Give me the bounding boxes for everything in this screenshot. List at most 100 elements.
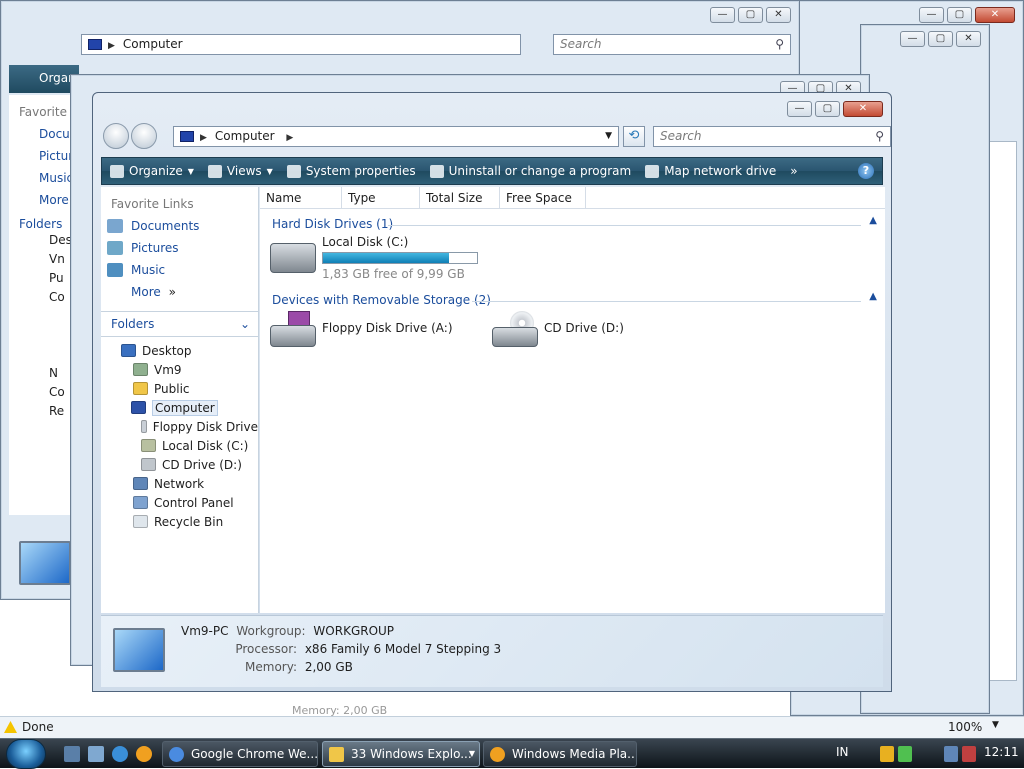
taskbar-button-chrome[interactable]: Google Chrome We... — [162, 741, 318, 767]
close-button[interactable]: ✕ — [975, 7, 1015, 23]
maximize-button[interactable]: ▢ — [815, 101, 840, 117]
maximize-button[interactable]: ▢ — [928, 31, 953, 47]
background-address-bar[interactable]: ▶ Computer — [81, 34, 521, 55]
tree-item-network[interactable]: Network — [101, 474, 258, 493]
tree-item-floppy[interactable]: Floppy Disk Drive — [101, 417, 258, 436]
clock[interactable]: 12:11 — [984, 745, 1019, 759]
desktop-icon — [121, 344, 136, 357]
tree-item-control-panel[interactable]: Control Panel — [101, 493, 258, 512]
network-drive-icon — [645, 164, 660, 178]
close-button[interactable]: ✕ — [843, 101, 883, 117]
column-header-type[interactable]: Type — [342, 187, 420, 208]
minimize-button[interactable]: — — [900, 31, 925, 47]
tree-item-desktop[interactable]: Desktop — [101, 341, 258, 360]
network-status-icon[interactable] — [944, 746, 958, 762]
floppy-icon — [141, 420, 147, 433]
details-pane: Vm9-PC Workgroup: WORKGROUP Processor: x… — [101, 615, 883, 687]
computer-icon — [131, 401, 146, 414]
network-icon — [133, 477, 148, 490]
zoom-dropdown-icon[interactable]: ▼ — [992, 720, 999, 730]
tree-item-computer[interactable]: Computer — [101, 398, 258, 417]
uninstall-program-button[interactable]: Uninstall or change a program — [429, 164, 631, 178]
volume-muted-icon[interactable] — [962, 746, 976, 762]
column-header-name[interactable]: Name — [260, 187, 342, 208]
group-header-hard-disk[interactable]: Hard Disk Drives (1) ▲ — [272, 215, 877, 233]
breadcrumb-arrow-icon[interactable]: ▶ — [286, 133, 293, 143]
media-player-icon[interactable] — [136, 746, 152, 762]
computer-large-icon — [113, 628, 165, 672]
security-shield-icon[interactable] — [880, 746, 894, 762]
show-desktop-icon[interactable] — [64, 746, 80, 762]
zoom-level[interactable]: 100% — [948, 720, 982, 734]
toolbar-overflow-button[interactable]: » — [790, 164, 797, 178]
minimize-button[interactable]: — — [919, 7, 944, 23]
browser-status-bar: Done 100% ▼ — [0, 716, 1024, 738]
folders-header[interactable]: Folders ⌄ — [101, 311, 258, 337]
back-button[interactable] — [103, 123, 129, 149]
drive-cd-d[interactable]: CD Drive (D:) — [492, 311, 624, 347]
language-indicator[interactable]: IN — [836, 745, 849, 759]
background-folders-header[interactable]: Folders — [9, 211, 71, 231]
memory-value: 2,00 GB — [304, 660, 353, 674]
search-input[interactable]: Search ⚲ — [653, 126, 891, 147]
background-search-input[interactable]: Search ⚲ — [553, 34, 791, 55]
cd-drive-icon — [492, 311, 538, 347]
hard-disk-icon — [270, 243, 316, 273]
control-panel-icon — [133, 496, 148, 509]
favorite-link-documents[interactable]: Documents — [101, 215, 258, 237]
taskbar-button-media-player[interactable]: Windows Media Pla... — [483, 741, 637, 767]
cd-drive-icon — [141, 458, 156, 471]
close-button[interactable]: ✕ — [766, 7, 791, 23]
chevron-down-icon: ⌄ — [239, 317, 250, 331]
system-properties-button[interactable]: System properties — [286, 164, 416, 178]
group-header-removable[interactable]: Devices with Removable Storage (2) ▲ — [272, 291, 877, 309]
background-fav-documents[interactable]: Docum — [39, 123, 71, 145]
close-button[interactable]: ✕ — [956, 31, 981, 47]
background-toolbar: Organ — [9, 65, 79, 93]
favorite-link-pictures[interactable]: Pictures — [101, 237, 258, 259]
help-icon[interactable]: ? — [858, 163, 874, 179]
collapse-icon: ▲ — [869, 291, 877, 302]
workgroup-value: WORKGROUP — [313, 624, 395, 638]
tree-item-vm9[interactable]: Vm9 — [101, 360, 258, 379]
chevron-down-icon: ▼ — [266, 166, 273, 176]
forward-button[interactable] — [131, 123, 157, 149]
start-button[interactable] — [6, 739, 46, 769]
favorite-link-music[interactable]: Music — [101, 259, 258, 281]
breadcrumb-arrow-icon: ▶ — [200, 133, 207, 143]
chevron-down-icon: ▼ — [187, 166, 194, 176]
more-links-button[interactable]: More » — [101, 281, 258, 303]
drive-floppy-a[interactable]: Floppy Disk Drive (A:) — [270, 311, 453, 347]
tree-item-public[interactable]: Public — [101, 379, 258, 398]
computer-icon — [88, 39, 102, 50]
address-bar[interactable]: ▶ Computer ▶ ▼ — [173, 126, 619, 147]
update-icon[interactable] — [898, 746, 912, 762]
background-more-link[interactable]: More — [39, 189, 71, 211]
maximize-button[interactable]: ▢ — [947, 7, 972, 23]
computer-large-icon — [19, 541, 71, 585]
chrome-icon — [169, 747, 184, 762]
media-player-icon — [490, 747, 505, 762]
column-header-free-space[interactable]: Free Space — [500, 187, 586, 208]
column-header-total-size[interactable]: Total Size — [420, 187, 500, 208]
organize-button[interactable]: Organize ▼ — [110, 164, 194, 178]
maximize-button[interactable]: ▢ — [738, 7, 763, 23]
taskbar-button-explorer[interactable]: 33 Windows Explo... ▼ — [322, 741, 480, 767]
internet-explorer-icon[interactable] — [112, 746, 128, 762]
minimize-button[interactable]: — — [787, 101, 812, 117]
background-fav-music[interactable]: Music — [39, 167, 71, 189]
address-dropdown-icon[interactable]: ▼ — [605, 127, 612, 146]
tree-item-cd-drive[interactable]: CD Drive (D:) — [101, 455, 258, 474]
column-headers: Name Type Total Size Free Space — [260, 187, 885, 209]
search-icon: ⚲ — [875, 129, 884, 143]
breadcrumb-computer[interactable]: Computer — [215, 129, 275, 143]
views-button[interactable]: Views ▼ — [207, 164, 273, 178]
background-fav-pictures[interactable]: Pictur — [39, 145, 71, 167]
minimize-button[interactable]: — — [710, 7, 735, 23]
drive-local-disk-c[interactable]: Local Disk (C:) 1,83 GB free of 9,99 GB — [270, 235, 478, 281]
tree-item-local-disk[interactable]: Local Disk (C:) — [101, 436, 258, 455]
tree-item-recycle-bin[interactable]: Recycle Bin — [101, 512, 258, 531]
switch-windows-icon[interactable] — [88, 746, 104, 762]
refresh-button[interactable]: ⟲ — [623, 126, 645, 147]
map-network-drive-button[interactable]: Map network drive — [645, 164, 776, 178]
